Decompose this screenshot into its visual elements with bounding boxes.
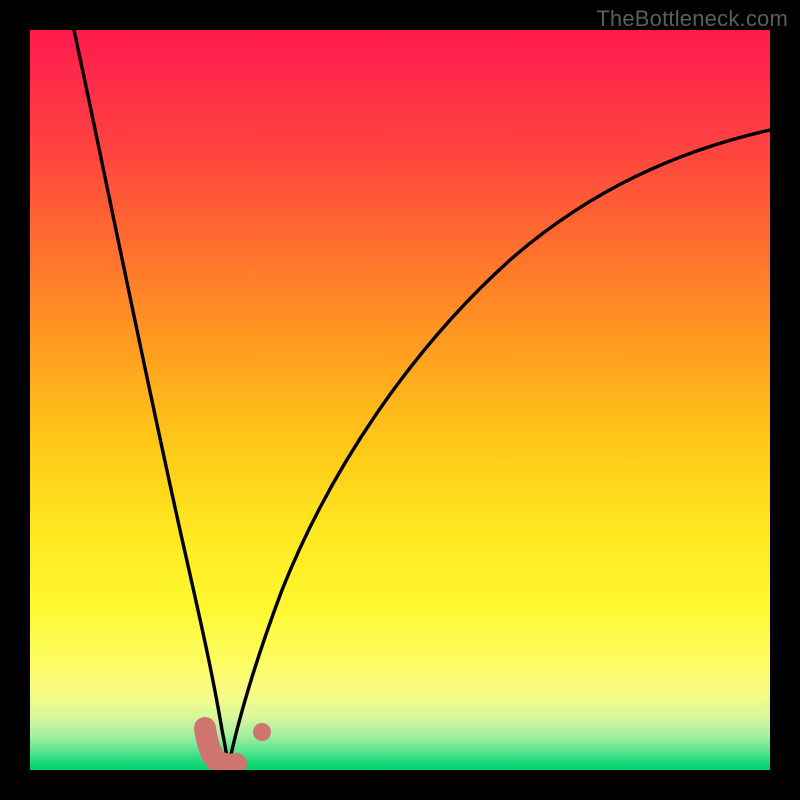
curve-left-branch: [74, 30, 228, 768]
chart-frame: [30, 30, 770, 770]
watermark-text: TheBottleneck.com: [596, 6, 788, 32]
curve-right-branch: [228, 130, 770, 768]
marker-dot-right: [253, 723, 271, 741]
chart-svg: [30, 30, 770, 770]
